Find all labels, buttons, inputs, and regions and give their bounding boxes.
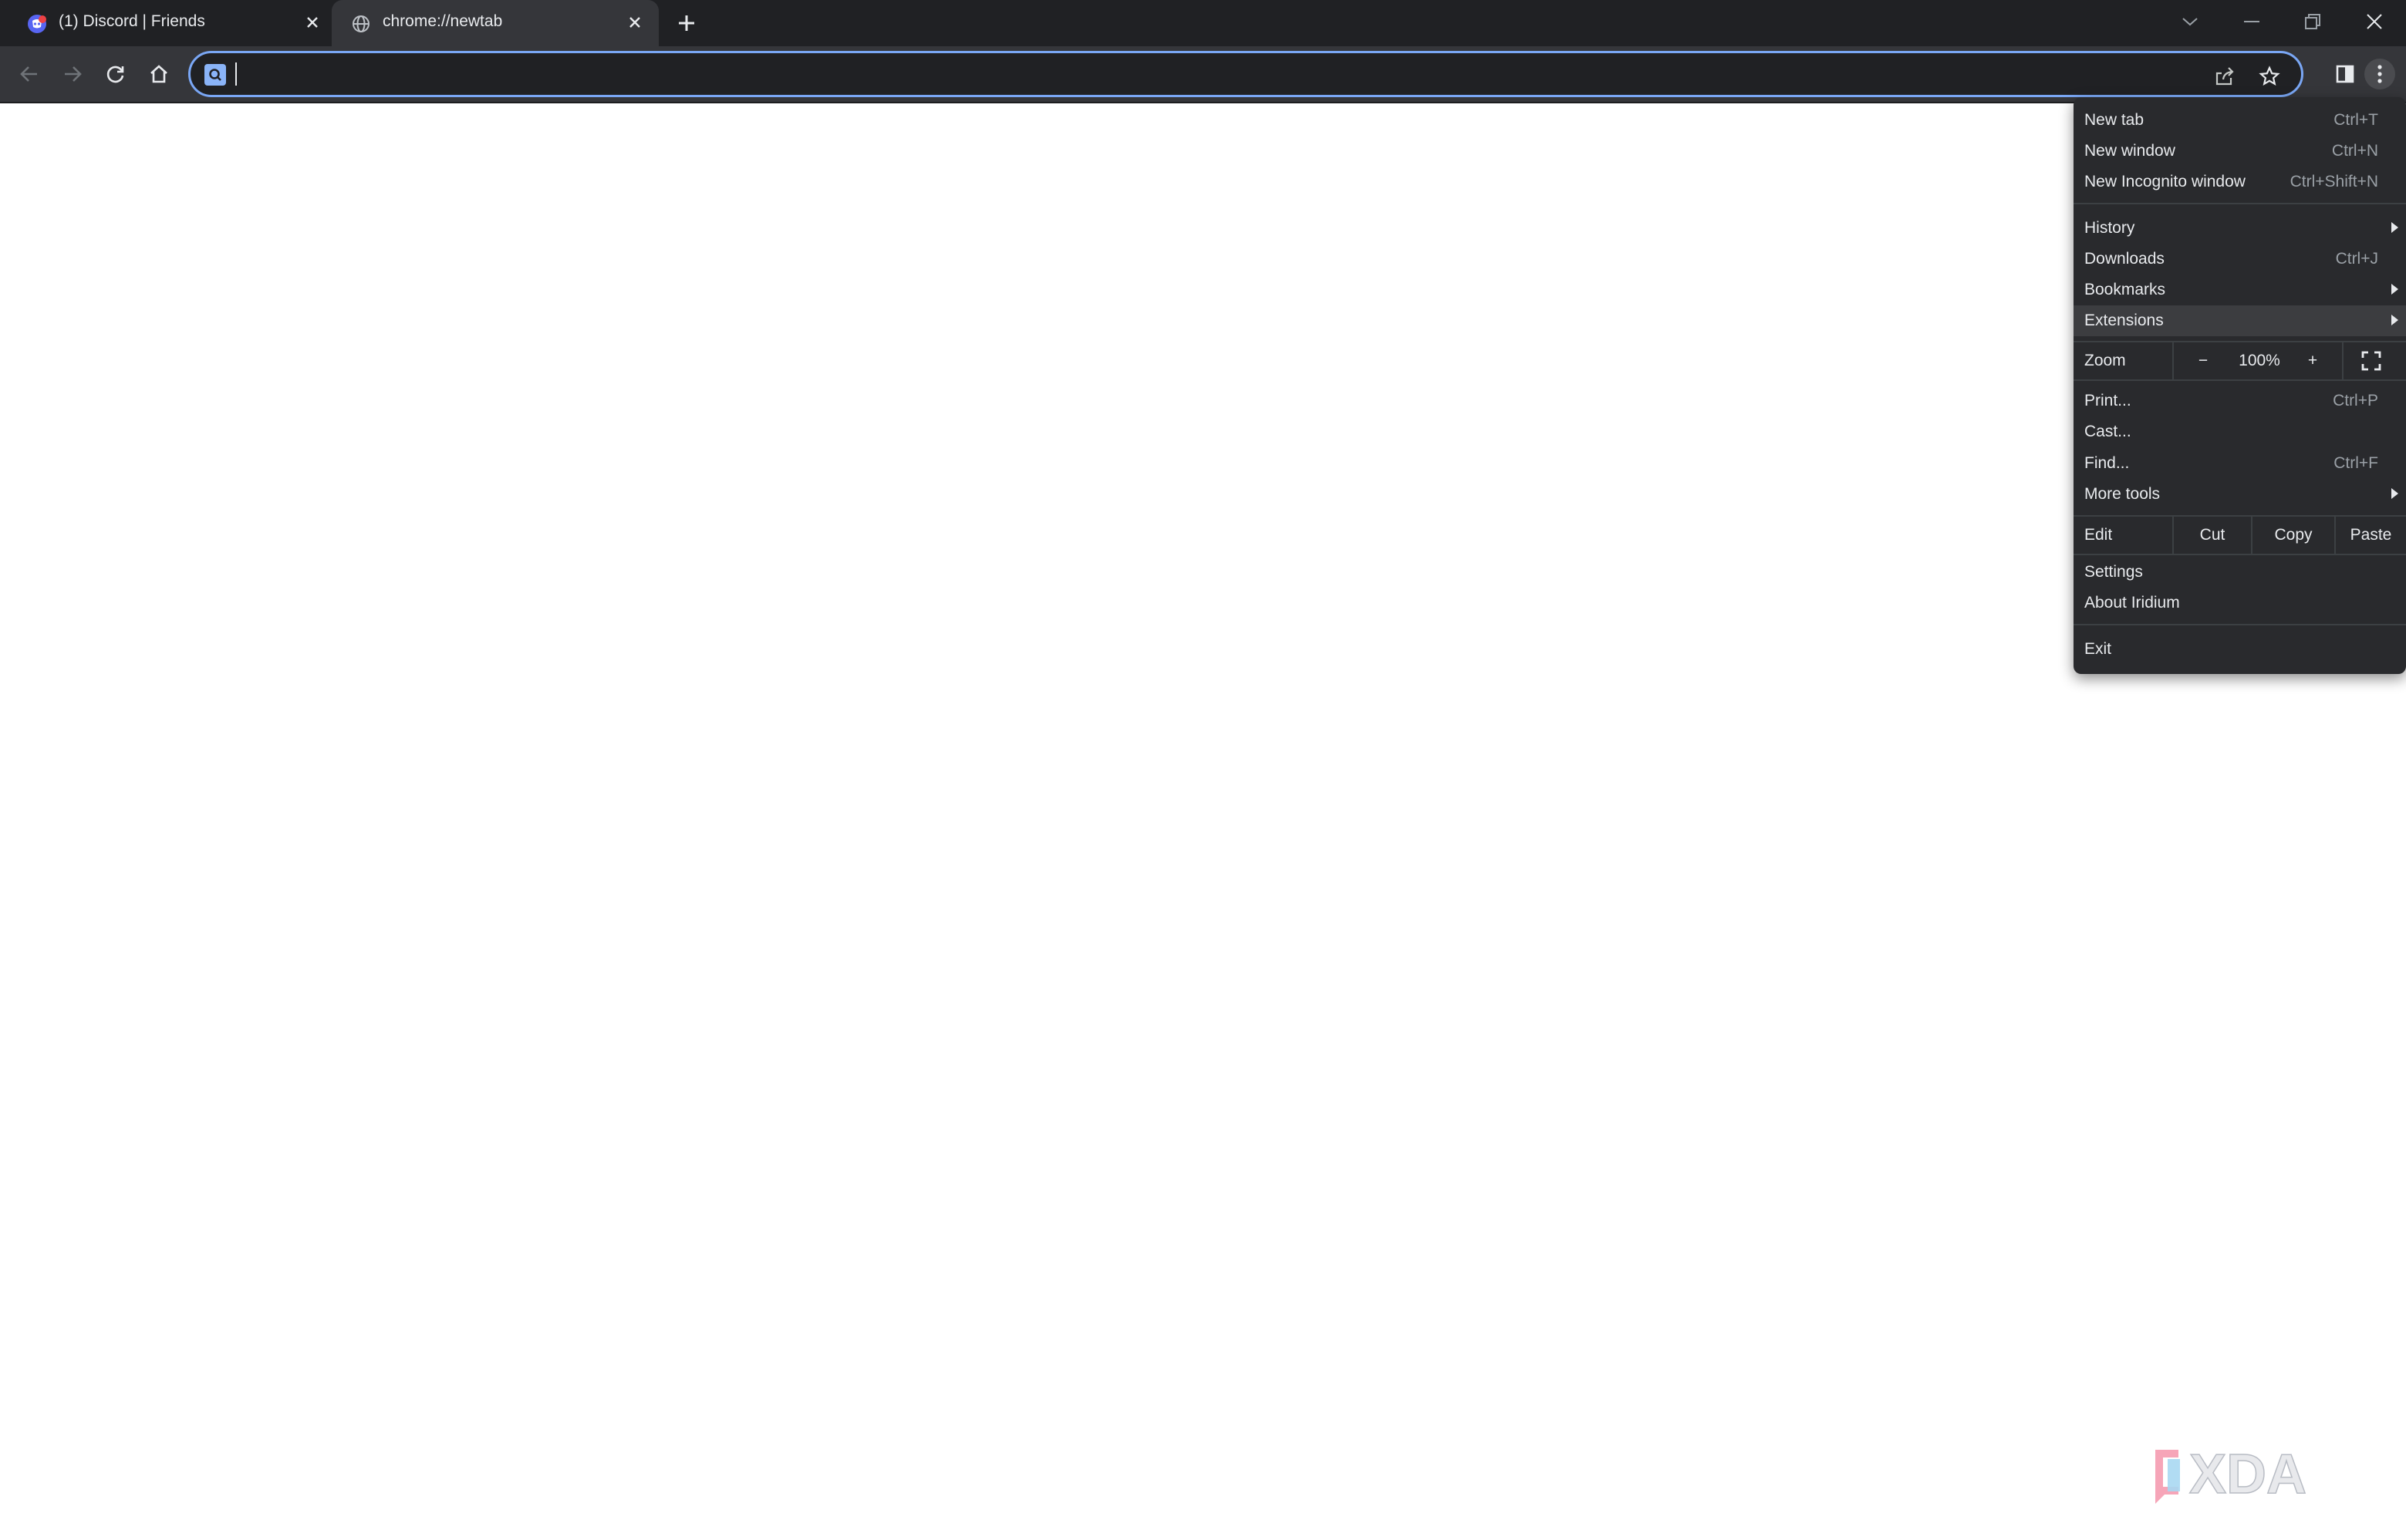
cut-button[interactable]: Cut [2174,517,2251,554]
menu-item-label: Extensions [2084,312,2164,329]
globe-icon [350,13,372,35]
menu-zoom-row: Zoom − 100% + [2074,342,2406,379]
app-menu: New tab Ctrl+T New window Ctrl+N New Inc… [2074,97,2406,674]
menu-item-about[interactable]: About Iridium [2074,588,2406,618]
menu-item-cast[interactable]: Cast... [2074,416,2406,447]
menu-item-extensions[interactable]: Extensions [2074,305,2406,336]
forward-arrow-icon[interactable] [59,60,86,88]
tab-strip: (1) Discord | Friends chrome://newtab [0,0,2406,46]
menu-item-label: Downloads [2084,250,2165,268]
menu-item-label: Find... [2084,454,2130,472]
fullscreen-icon[interactable] [2354,345,2388,376]
menu-item-downloads[interactable]: Downloads Ctrl+J [2074,244,2406,275]
tab-newtab[interactable]: chrome://newtab [332,0,659,46]
menu-divider [2074,203,2406,204]
menu-item-exit[interactable]: Exit [2074,634,2406,665]
menu-item-shortcut: Ctrl+F [2333,454,2378,472]
text-caret [235,62,237,86]
three-dot-menu-icon[interactable] [2364,59,2395,89]
zoom-out-button[interactable]: − [2188,345,2219,376]
submenu-arrow-icon [2391,222,2398,233]
submenu-arrow-icon [2391,488,2398,499]
menu-item-history[interactable]: History [2074,213,2406,244]
zoom-level: 100% [2239,352,2280,369]
zoom-divider [2342,342,2344,379]
zoom-divider [2172,342,2174,379]
menu-item-label: History [2084,219,2135,237]
edit-label: Edit [2084,526,2113,544]
close-tab-icon[interactable] [301,11,324,34]
reload-icon[interactable] [102,60,130,88]
menu-item-label: New Incognito window [2084,173,2246,190]
toolbar [0,46,2406,103]
menu-item-print[interactable]: Print... Ctrl+P [2074,386,2406,416]
side-panel-icon[interactable] [2331,60,2359,88]
menu-item-find[interactable]: Find... Ctrl+F [2074,448,2406,479]
menu-item-label: About Iridium [2084,594,2180,612]
menu-item-shortcut: Ctrl+N [2331,142,2378,160]
bookmark-star-icon[interactable] [2257,64,2282,89]
discord-icon [26,13,48,35]
zoom-label: Zoom [2084,352,2126,369]
search-site-icon [204,64,226,86]
menu-divider [2074,624,2406,625]
submenu-arrow-icon [2391,284,2398,295]
menu-item-label: Settings [2084,563,2143,581]
home-icon[interactable] [145,60,173,88]
menu-item-new-incognito-window[interactable]: New Incognito window Ctrl+Shift+N [2074,167,2406,197]
menu-item-settings[interactable]: Settings [2074,557,2406,588]
menu-item-label: More tools [2084,485,2161,503]
menu-item-shortcut: Ctrl+J [2335,250,2378,268]
menu-item-shortcut: Ctrl+P [2333,392,2378,409]
restore-icon[interactable] [2297,6,2328,37]
zoom-in-button[interactable]: + [2297,345,2328,376]
menu-item-more-tools[interactable]: More tools [2074,479,2406,510]
paste-button[interactable]: Paste [2336,517,2406,554]
menu-item-new-tab[interactable]: New tab Ctrl+T [2074,105,2406,136]
page-content [0,103,2406,1540]
tab-search-chevron-icon[interactable] [2175,6,2205,37]
menu-divider [2074,379,2406,381]
omnibox[interactable] [188,51,2303,97]
close-tab-icon[interactable] [623,11,646,34]
menu-item-label: Print... [2084,392,2131,409]
new-tab-plus-icon[interactable] [674,11,699,35]
copy-button[interactable]: Copy [2252,517,2334,554]
menu-item-bookmarks[interactable]: Bookmarks [2074,275,2406,305]
address-input[interactable] [235,61,2210,89]
menu-item-label: Exit [2084,640,2112,658]
back-arrow-icon[interactable] [15,60,43,88]
menu-item-shortcut: Ctrl+T [2333,111,2378,129]
svg-text:XDA: XDA [2189,1444,2306,1505]
tab-discord[interactable]: (1) Discord | Friends [0,0,332,46]
menu-edit-row: Edit Cut Copy Paste [2074,517,2406,554]
menu-divider [2074,554,2406,555]
menu-item-label: New window [2084,142,2175,160]
minimize-icon[interactable] [2236,6,2267,37]
menu-item-label: Bookmarks [2084,281,2166,298]
submenu-arrow-icon [2391,315,2398,325]
menu-item-label: Cast... [2084,423,2131,440]
close-window-icon[interactable] [2359,6,2390,37]
xda-logo: XDA [2144,1443,2376,1513]
menu-item-shortcut: Ctrl+Shift+N [2290,173,2378,190]
tab-title: (1) Discord | Friends [59,12,205,30]
menu-item-label: New tab [2084,111,2144,129]
share-icon[interactable] [2212,64,2237,89]
tab-title: chrome://newtab [383,12,503,30]
menu-item-new-window[interactable]: New window Ctrl+N [2074,136,2406,167]
